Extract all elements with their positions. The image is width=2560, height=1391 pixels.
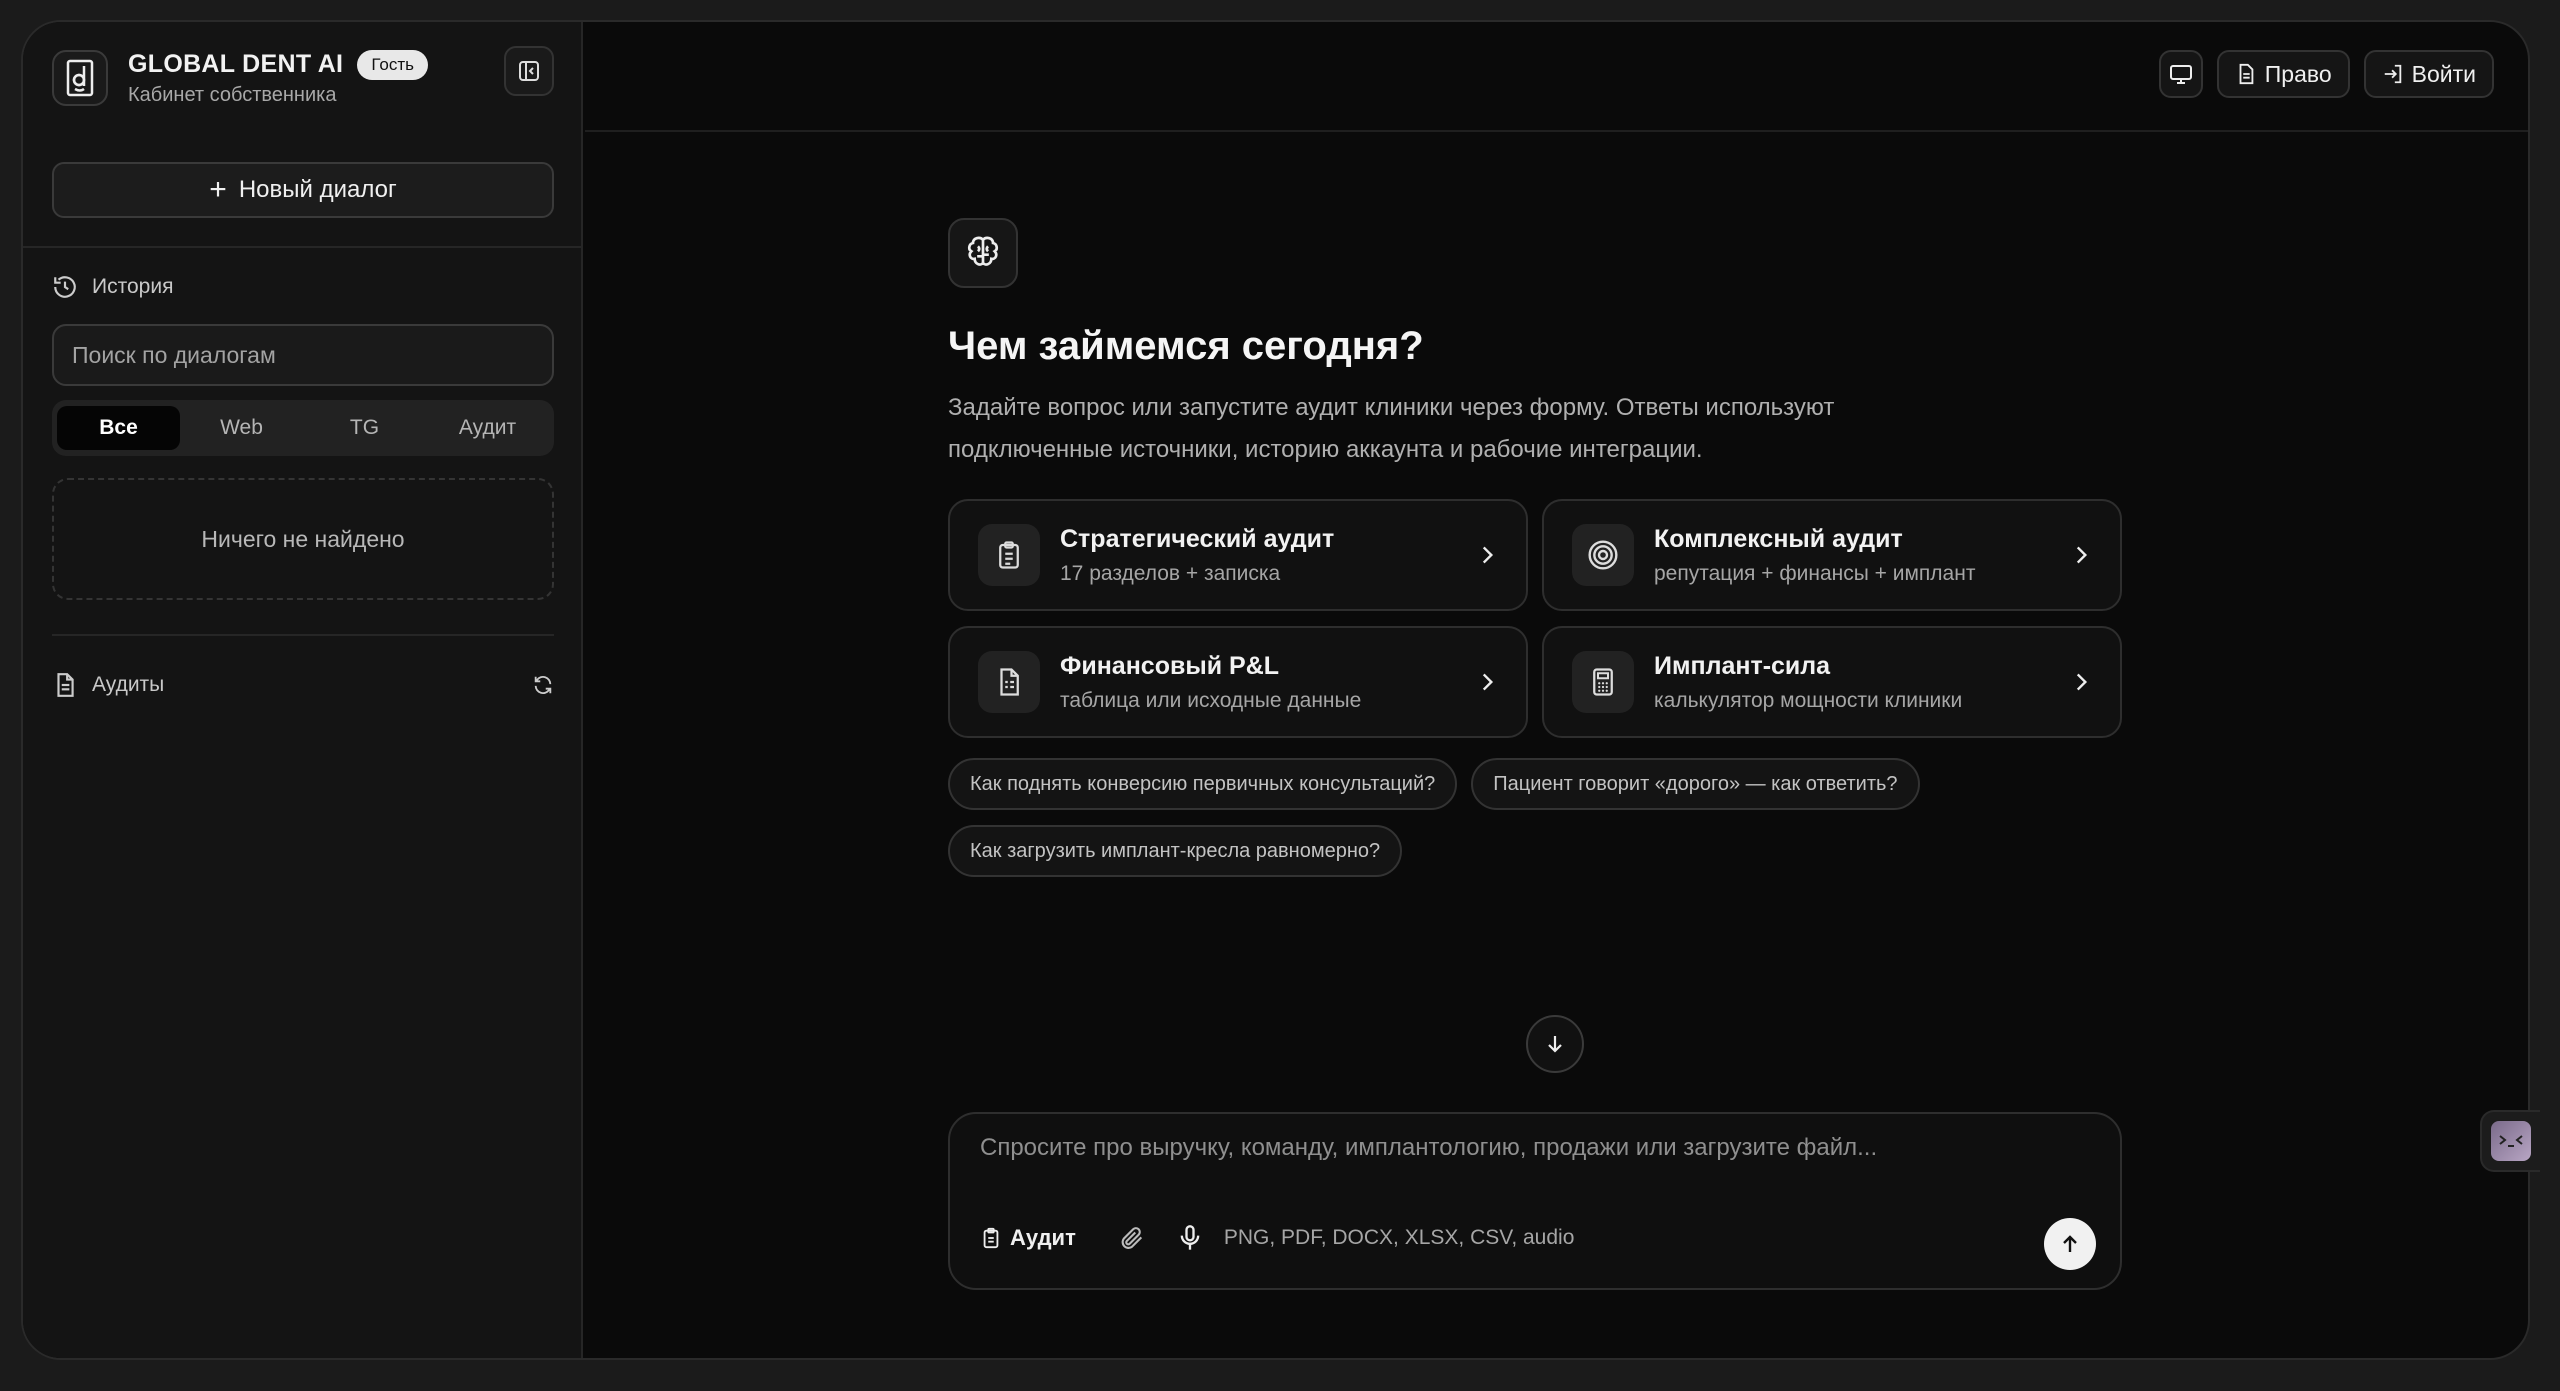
filter-tab-all[interactable]: Все	[57, 406, 180, 450]
chevron-right-icon	[2076, 673, 2088, 691]
history-icon	[54, 276, 76, 298]
arrow-down-icon	[1548, 1036, 1562, 1053]
chevron-right-icon	[2076, 546, 2088, 564]
document-icon	[57, 673, 74, 697]
card-complex-audit[interactable]: Комплексный аудит репутация + финансы + …	[1542, 499, 2122, 611]
chevron-right-icon	[1482, 546, 1494, 564]
filter-tab-audit[interactable]: Аудит	[426, 406, 549, 450]
message-input[interactable]	[980, 1134, 2080, 1162]
microphone-icon[interactable]	[1176, 1224, 1204, 1252]
target-icon	[1572, 524, 1634, 586]
document-icon	[2239, 63, 2254, 85]
card-subtitle: репутация + финансы + имплант	[1654, 561, 1976, 585]
audit-label: Аудит	[1010, 1225, 1076, 1250]
top-bar: Право Войти	[585, 22, 2528, 132]
assistant-widget-icon	[2491, 1121, 2531, 1161]
law-label: Право	[2264, 60, 2332, 87]
card-subtitle: таблица или исходные данные	[1060, 688, 1362, 712]
guest-badge: Гость	[357, 49, 428, 80]
page-description: Задайте вопрос или запустите аудит клини…	[948, 394, 1835, 463]
card-strategic-audit[interactable]: Стратегический аудит 17 разделов + запис…	[948, 499, 1528, 611]
history-filter-tabs: Все Web TG Аудит	[52, 400, 554, 456]
brain-icon	[948, 218, 1018, 288]
sidebar-collapse-icon	[519, 61, 539, 81]
page-title: Чем займемся сегодня?	[948, 324, 1424, 368]
login-button[interactable]: Войти	[2363, 50, 2494, 98]
card-title: Комплексный аудит	[1654, 524, 1903, 553]
app-window: GLOBAL DENT AI Гость Кабинет собственник…	[21, 20, 2530, 1360]
arrow-up-icon	[2063, 1235, 2077, 1252]
card-title: Финансовый P&L	[1060, 651, 1280, 680]
spreadsheet-icon	[978, 651, 1040, 713]
card-subtitle: калькулятор мощности клиники	[1654, 688, 1963, 712]
refresh-icon[interactable]	[532, 674, 554, 696]
suggestion-chip[interactable]: Пациент говорит «дорого» — как ответить?	[1471, 758, 1920, 810]
clipboard-icon	[978, 524, 1040, 586]
divider	[52, 634, 554, 636]
search-input[interactable]	[52, 324, 554, 386]
chevron-right-icon	[1482, 673, 1494, 691]
suggestion-chips: Как поднять конверсию первичных консульт…	[948, 758, 2122, 877]
quick-actions: Стратегический аудит 17 разделов + запис…	[948, 499, 2122, 738]
history-label: История	[92, 275, 174, 298]
plus-icon: +	[209, 173, 227, 206]
divider	[23, 246, 581, 248]
card-financial-pl[interactable]: Финансовый P&L таблица или исходные данн…	[948, 626, 1528, 738]
new-chat-button[interactable]: + Новый диалог	[52, 162, 554, 218]
send-button[interactable]	[2044, 1218, 2096, 1270]
card-title: Стратегический аудит	[1060, 524, 1335, 553]
collapse-sidebar-button[interactable]	[504, 46, 554, 96]
clipboard-icon	[983, 1227, 999, 1249]
card-implant-power[interactable]: Имплант-сила калькулятор мощности клиник…	[1542, 626, 2122, 738]
empty-history-state: Ничего не найдено	[52, 478, 554, 600]
monitor-icon	[2169, 65, 2192, 84]
history-header: История	[52, 274, 173, 300]
audit-button[interactable]: Аудит	[980, 1225, 1076, 1251]
login-icon	[2384, 64, 2401, 84]
login-label: Войти	[2411, 60, 2476, 87]
sidebar: GLOBAL DENT AI Гость Кабинет собственник…	[23, 22, 583, 1358]
paperclip-icon[interactable]	[1118, 1224, 1146, 1252]
card-title: Имплант-сила	[1654, 651, 1831, 680]
brand: GLOBAL DENT AI Гость Кабинет собственник…	[52, 46, 428, 110]
filter-tab-tg[interactable]: TG	[303, 406, 426, 450]
brand-name: GLOBAL DENT AI	[128, 50, 344, 78]
suggestion-chip[interactable]: Как загрузить имплант-кресла равномерно?	[948, 825, 1403, 877]
calculator-icon	[1572, 651, 1634, 713]
audits-label: Аудиты	[92, 673, 165, 696]
new-chat-label: Новый диалог	[238, 176, 397, 203]
law-button[interactable]: Право	[2216, 50, 2350, 98]
card-subtitle: 17 разделов + записка	[1060, 561, 1281, 585]
display-mode-button[interactable]	[2158, 50, 2203, 98]
supported-formats: PNG, PDF, DOCX, XLSX, CSV, audio	[1223, 1226, 1575, 1249]
filter-tab-web[interactable]: Web	[180, 406, 303, 450]
suggestion-chip[interactable]: Как поднять конверсию первичных консульт…	[948, 758, 1458, 810]
message-composer: Аудит PNG, PDF, DOCX, XLSX, CSV, audio	[948, 1112, 2122, 1290]
floating-widget-button[interactable]	[2480, 1110, 2540, 1172]
main-content: Чем займемся сегодня? Задайте вопрос или…	[948, 218, 2122, 877]
audits-header[interactable]: Аудиты	[52, 672, 554, 698]
logo-icon	[52, 50, 108, 106]
brand-subtitle: Кабинет собственника	[128, 83, 337, 106]
scroll-down-button[interactable]	[1526, 1015, 1584, 1073]
